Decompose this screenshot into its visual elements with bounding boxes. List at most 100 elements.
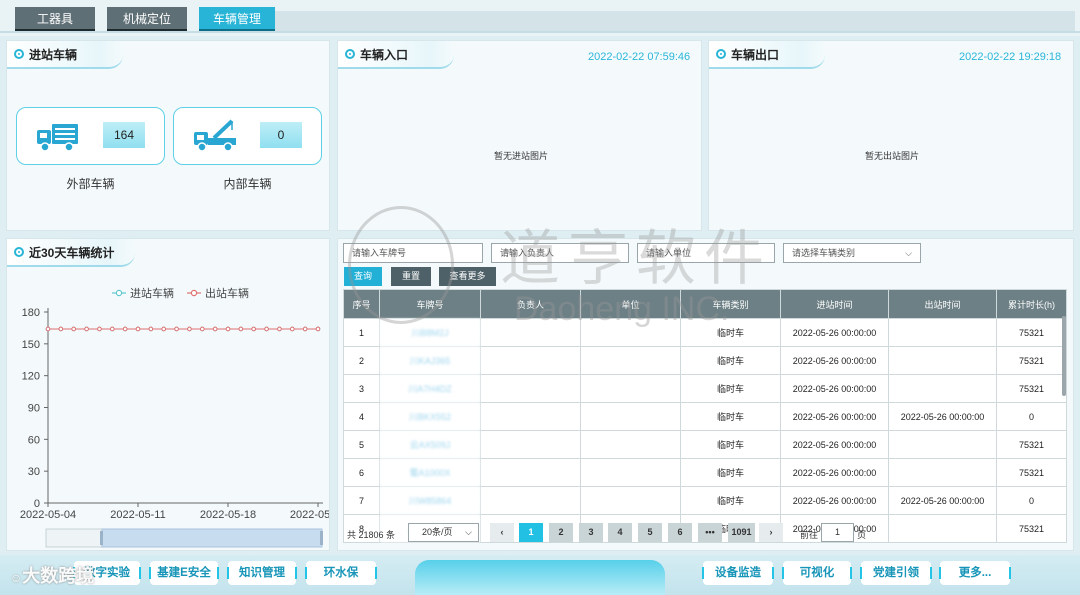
tab-vehicle-management[interactable]: 车辆管理 <box>199 7 275 31</box>
series-point <box>251 326 257 332</box>
series-point <box>302 326 308 332</box>
panel-title: 进站车辆 <box>29 48 78 62</box>
series-point <box>84 326 89 332</box>
prev-page-button[interactable]: ‹ <box>490 523 514 542</box>
page-button[interactable]: 2 <box>549 523 573 542</box>
table-cell-in: 2022-05-26 00:00:00 <box>780 458 889 487</box>
x-tick-label: 2022-05-25 <box>290 509 329 521</box>
goto-label: 前往 <box>800 530 819 540</box>
x-tick-label: 2022-05-18 <box>200 509 256 521</box>
page-button[interactable]: 3 <box>579 523 603 542</box>
exit-empty-text: 暂无出站图片 <box>865 151 920 161</box>
legend-label: 出站车辆 <box>205 286 249 300</box>
series-point <box>148 326 154 332</box>
goto-page-input[interactable]: 1 <box>821 523 854 542</box>
table-row[interactable]: 6 蜀A1000X 临时车 2022-05-26 00:00:00 75321 <box>343 458 1067 487</box>
table-cell-in: 2022-05-26 00:00:00 <box>780 346 889 375</box>
column-header: 单位 <box>580 289 681 319</box>
vehicle-entrance-panel: 车辆入口 2022-02-22 07:59:46 暂无进站图片 <box>337 40 702 231</box>
table-row[interactable]: 5 云AX509J 临时车 2022-05-26 00:00:00 75321 <box>343 430 1067 459</box>
table-cell-plate[interactable]: 云AX509J <box>379 430 481 459</box>
table-row[interactable]: 2 川KAJ365 临时车 2022-05-26 00:00:00 75321 <box>343 346 1067 375</box>
page-size-value: 20条/页 <box>422 527 453 537</box>
entrance-timestamp: 2022-02-22 07:59:46 <box>588 51 691 63</box>
vehicle-type-select[interactable]: 请选择车辆类别 ⌵ <box>783 243 921 263</box>
table-cell-out <box>888 514 997 543</box>
table-cell-in: 2022-05-26 00:00:00 <box>780 402 889 431</box>
table-cell-person <box>480 458 581 487</box>
series-point <box>97 326 102 332</box>
nav-digital-experiment[interactable]: 数字实验 <box>73 561 141 585</box>
table-cell-dur: 0 <box>996 486 1067 515</box>
table-cell-dur: 75321 <box>996 374 1067 403</box>
y-tick-label: 30 <box>28 466 40 478</box>
tab-mechanical-positioning[interactable]: 机械定位 <box>107 7 187 31</box>
table-cell-no: 4 <box>343 402 380 431</box>
table-cell-in: 2022-05-26 00:00:00 <box>780 486 889 515</box>
nav-visualization[interactable]: 可视化 <box>782 561 852 585</box>
table-cell-plate[interactable]: 川BKX552 <box>379 402 481 431</box>
table-scrollbar[interactable] <box>1062 316 1066 396</box>
page-button[interactable]: 4 <box>608 523 632 542</box>
table-cell-dur: 0 <box>996 402 1067 431</box>
table-cell-no: 7 <box>343 486 380 515</box>
table-cell-plate[interactable]: 川B8M2J <box>379 318 481 347</box>
nav-more[interactable]: 更多... <box>939 561 1011 585</box>
view-more-button[interactable]: 查看更多 <box>439 267 496 286</box>
table-cell-out <box>888 318 997 347</box>
table-row[interactable]: 4 川BKX552 临时车 2022-05-26 00:00:00 2022-05-26… <box>343 402 1067 431</box>
column-header: 序号 <box>343 289 380 319</box>
series-point <box>161 326 167 332</box>
external-vehicles-label: 外部车辆 <box>66 177 115 191</box>
table-row[interactable]: 1 川B8M2J 临时车 2022-05-26 00:00:00 75321 <box>343 318 1067 347</box>
panel-header: 车辆入口 <box>338 41 454 69</box>
enter-vehicles-panel: 进站车辆 164 外部车辆 0 内部车辆 <box>6 40 330 231</box>
bottom-center-decoration <box>415 560 665 595</box>
page-size-select[interactable]: 20条/页 ⌵ <box>408 523 479 542</box>
table-cell-unit <box>580 458 681 487</box>
reset-button[interactable]: 重置 <box>391 267 431 286</box>
legend-marker <box>115 289 123 297</box>
person-in-charge-input[interactable]: 请输入负责人 <box>491 243 629 263</box>
nav-knowledge[interactable]: 知识管理 <box>227 561 297 585</box>
table-cell-plate[interactable]: 川KAJ365 <box>379 346 481 375</box>
table-row[interactable]: 3 川A7H4DZ 临时车 2022-05-26 00:00:00 75321 <box>343 374 1067 403</box>
entrance-empty-text: 暂无进站图片 <box>494 151 549 161</box>
unit-input[interactable]: 请输入单位 <box>637 243 775 263</box>
search-button[interactable]: 查询 <box>344 267 382 286</box>
plate-number-input[interactable]: 请输入车牌号 <box>343 243 483 263</box>
internal-vehicle-count: 0 <box>260 122 302 148</box>
column-header: 出站时间 <box>888 289 997 319</box>
page-button[interactable]: 1 <box>519 523 543 542</box>
table-cell-plate[interactable]: 川A7H4DZ <box>379 374 481 403</box>
table-cell-dur: 75321 <box>996 430 1067 459</box>
page-button[interactable]: 5 <box>638 523 662 542</box>
page-ellipsis-button[interactable]: ••• <box>698 523 722 542</box>
column-header: 负责人 <box>480 289 581 319</box>
nav-environment[interactable]: 环水保 <box>305 561 377 585</box>
chevron-down-icon: ⌵ <box>465 527 472 537</box>
table-cell-unit <box>580 318 681 347</box>
crane-truck-icon <box>194 119 236 152</box>
table-cell-out: 2022-05-26 00:00:00 <box>888 486 997 515</box>
table-cell-unit <box>580 430 681 459</box>
page-button[interactable]: 6 <box>668 523 692 542</box>
table-cell-unit <box>580 374 681 403</box>
nav-equipment-monitor[interactable]: 设备监造 <box>702 561 774 585</box>
nav-safety[interactable]: 基建E安全 <box>149 561 219 585</box>
table-cell-dur: 75321 <box>996 458 1067 487</box>
page-button[interactable]: 1091 <box>728 523 755 542</box>
next-page-button[interactable]: › <box>759 523 783 542</box>
internal-vehicles-card[interactable]: 0 <box>173 107 322 165</box>
panel-dot-icon <box>345 49 355 59</box>
nav-party-building[interactable]: 党建引领 <box>860 561 932 585</box>
table-cell-plate[interactable]: 蜀A1000X <box>379 458 481 487</box>
external-vehicles-card[interactable]: 164 <box>16 107 165 165</box>
series-point <box>135 326 141 332</box>
table-row[interactable]: 7 川W85864 临时车 2022-05-26 00:00:00 2022-05-26… <box>343 486 1067 515</box>
tab-tools[interactable]: 工器具 <box>15 7 95 31</box>
table-cell-plate[interactable]: 川W85864 <box>379 486 481 515</box>
table-cell-no: 5 <box>343 430 380 459</box>
column-header: 累计时长(h) <box>996 289 1067 319</box>
table-cell-in: 2022-05-26 00:00:00 <box>780 318 889 347</box>
